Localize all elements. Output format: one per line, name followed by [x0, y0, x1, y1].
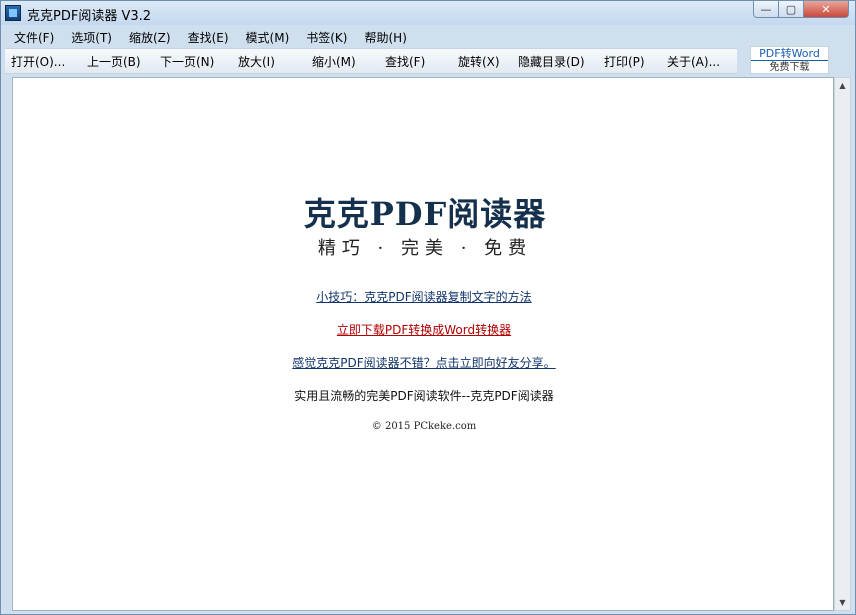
menu-bar: 文件(F) 选项(T) 缩放(Z) 查找(E) 模式(M) 书签(K) 帮助(H… — [5, 27, 415, 47]
tip-line: 小技巧：克克PDF阅读器复制文字的方法 — [13, 288, 835, 305]
logo-tagline: 精巧 · 完美 · 免费 — [317, 238, 533, 259]
vertical-scrollbar[interactable]: ▲ ▼ — [834, 77, 851, 611]
promo-title: PDF转Word — [751, 47, 828, 61]
menu-options[interactable]: 选项(T) — [62, 29, 120, 46]
print-button[interactable]: 打印(P) — [604, 53, 645, 70]
zoom-in-button[interactable]: 放大(I) — [238, 53, 275, 70]
zoom-out-button[interactable]: 缩小(M) — [312, 53, 356, 70]
window-title: 克克PDF阅读器 V3.2 — [27, 9, 152, 24]
scroll-up-icon[interactable]: ▲ — [835, 78, 850, 93]
maximize-button[interactable]: ▢ — [778, 1, 804, 18]
menu-bookmarks[interactable]: 书签(K) — [297, 29, 355, 46]
pdf-to-word-promo-button[interactable]: PDF转Word 免费下载 — [750, 46, 829, 74]
open-button[interactable]: 打开(O)... — [11, 53, 65, 70]
next-page-button[interactable]: 下一页(N) — [160, 53, 214, 70]
app-logo: 克克PDF阅读器 精巧 · 完美 · 免费 — [303, 196, 547, 260]
app-icon[interactable] — [5, 5, 21, 21]
copyright-text: © 2015 PCkeke.com — [371, 421, 477, 432]
menu-zoom[interactable]: 缩放(Z) — [120, 29, 179, 46]
share-line: 感觉克克PDF阅读器不错？点击立即向好友分享。 — [13, 354, 835, 371]
rotate-button[interactable]: 旋转(X) — [458, 53, 500, 70]
logo-title: 克克PDF阅读器 — [303, 195, 547, 233]
download-converter-link[interactable]: 立即下载PDF转换成Word转换器 — [337, 323, 511, 337]
close-icon: ✕ — [821, 2, 831, 16]
prev-page-button[interactable]: 上一页(B) — [87, 53, 141, 70]
menu-find[interactable]: 查找(E) — [179, 29, 237, 46]
menu-file[interactable]: 文件(F) — [5, 29, 62, 46]
document-view[interactable]: 克克PDF阅读器 精巧 · 完美 · 免费 小技巧：克克PDF阅读器复制文字的方… — [12, 77, 834, 611]
promo-subtitle: 免费下载 — [769, 62, 810, 73]
find-button[interactable]: 查找(F) — [385, 53, 425, 70]
about-button[interactable]: 关于(A)... — [667, 53, 720, 70]
menu-help[interactable]: 帮助(H) — [355, 29, 414, 46]
toggle-toc-button[interactable]: 隐藏目录(D) — [518, 53, 585, 70]
minimize-button[interactable]: — — [753, 1, 779, 18]
toolbar: 打开(O)... 上一页(B) 下一页(N) 放大(I) 缩小(M) 查找(F)… — [5, 48, 737, 74]
close-button[interactable]: ✕ — [803, 1, 849, 18]
title-bar[interactable]: 克克PDF阅读器 V3.2 — ▢ ✕ — [1, 1, 855, 25]
download-line: 立即下载PDF转换成Word转换器 — [13, 321, 835, 338]
menu-mode[interactable]: 模式(M) — [237, 29, 298, 46]
share-link[interactable]: 感觉克克PDF阅读器不错？点击立即向好友分享。 — [292, 356, 555, 370]
slogan-text: 实用且流畅的完美PDF阅读软件--克克PDF阅读器 — [294, 389, 554, 403]
window-controls: — ▢ ✕ — [753, 1, 849, 18]
copy-text-tip-link[interactable]: 小技巧：克克PDF阅读器复制文字的方法 — [316, 290, 531, 304]
maximize-icon: ▢ — [785, 2, 797, 16]
scroll-down-icon[interactable]: ▼ — [835, 595, 850, 610]
app-window: 克克PDF阅读器 V3.2 — ▢ ✕ 文件(F) 选项(T) 缩放(Z) 查找… — [0, 0, 856, 615]
minimize-icon: — — [760, 2, 772, 16]
